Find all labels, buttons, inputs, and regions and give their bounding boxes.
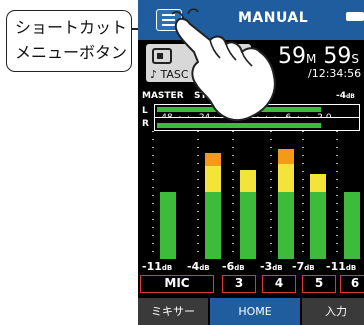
meter-green-segment <box>344 192 360 259</box>
meter-orange-segment <box>278 149 294 164</box>
meter-green-segment <box>240 192 256 259</box>
channel-right-label: R <box>142 119 149 129</box>
tab-input[interactable]: 入力 <box>302 298 364 325</box>
master-level: -4dB <box>336 91 355 101</box>
meter-tick-scale <box>152 131 154 259</box>
pointing-hand-icon <box>171 8 276 122</box>
time-minutes-unit: M <box>306 52 317 66</box>
time-seconds: 59 <box>323 44 352 69</box>
callout-line-2: メニューボタン <box>15 43 128 62</box>
elapsed-time: 59M 59S <box>278 44 359 69</box>
meter-tick-scale <box>197 131 199 259</box>
channel-levels: -11dB -4dB -6dB -3dB -7dB -11dB <box>138 260 364 274</box>
channel-meters <box>138 131 364 259</box>
input-3[interactable]: 3 <box>222 275 256 293</box>
channel-meter-3 <box>240 131 256 259</box>
meter-tick-scale <box>302 131 304 259</box>
channel-level-4: -3dB <box>260 260 283 273</box>
channel-level-1: -11dB <box>142 260 173 273</box>
shortcut-menu-callout: ショートカット メニューボタン <box>6 10 132 72</box>
bottom-tabs: ミキサー HOME 入力 <box>138 298 364 325</box>
channel-level-2: -4dB <box>187 260 210 273</box>
meter-tick-scale <box>270 131 272 259</box>
channel-meter-4 <box>278 131 294 259</box>
meter-green-segment <box>160 192 176 259</box>
total-time: /12:34:56 <box>308 67 362 80</box>
channel-meter-2 <box>205 131 221 259</box>
channel-meter-5 <box>310 131 326 259</box>
meter-green-segment <box>278 192 294 259</box>
callout-line-1: ショートカット <box>15 18 128 37</box>
channel-meter-1 <box>160 131 176 259</box>
meter-yellow-segment <box>310 174 326 192</box>
meter-tick-scale <box>336 131 338 259</box>
battery-icon <box>346 12 364 21</box>
meter-tick-scale <box>232 131 234 259</box>
input-4[interactable]: 4 <box>262 275 296 293</box>
channel-left-label: L <box>142 106 148 116</box>
meter-green-segment <box>310 192 326 259</box>
tab-mixer[interactable]: ミキサー <box>138 298 208 325</box>
channel-meter-6 <box>344 131 360 259</box>
input-5[interactable]: 5 <box>302 275 336 293</box>
meter-yellow-segment <box>240 170 256 192</box>
channel-level-6: -11dB <box>326 260 357 273</box>
meter-yellow-segment <box>205 166 221 192</box>
meter-orange-segment <box>205 153 221 166</box>
channel-level-5: -7dB <box>292 260 315 273</box>
tab-home[interactable]: HOME <box>210 298 300 325</box>
meter-green-segment <box>205 192 221 259</box>
channel-level-3: -6dB <box>222 260 245 273</box>
input-selector-row: MIC 3 4 5 6 <box>138 275 364 295</box>
time-seconds-unit: S <box>351 52 359 66</box>
input-mic[interactable]: MIC <box>140 275 214 293</box>
meter-yellow-segment <box>278 164 294 192</box>
input-6[interactable]: 6 <box>340 275 364 293</box>
